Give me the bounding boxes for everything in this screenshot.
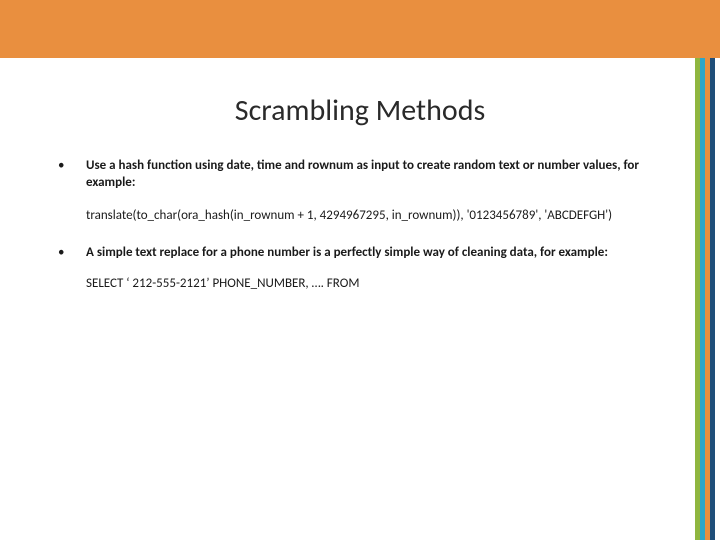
bullet-marker: •: [58, 245, 86, 262]
bullet-text: A simple text replace for a phone number…: [86, 245, 658, 262]
bullet-item: • A simple text replace for a phone numb…: [58, 245, 658, 262]
slide-title: Scrambling Methods: [0, 92, 720, 129]
code-example: SELECT ‘ 212-555-2121’ PHONE_NUMBER, …. …: [86, 276, 658, 293]
accent-stripe-darkblue: [710, 58, 715, 540]
bullet-text: Use a hash function using date, time and…: [86, 158, 658, 192]
code-example: translate(to_char(ora_hash(in_rownum + 1…: [86, 208, 658, 225]
bullet-item: • Use a hash function using date, time a…: [58, 158, 658, 192]
bullet-marker: •: [58, 158, 86, 192]
header-bar: [0, 0, 720, 58]
slide: Scrambling Methods • Use a hash function…: [0, 0, 720, 540]
slide-body: • Use a hash function using date, time a…: [58, 158, 658, 312]
